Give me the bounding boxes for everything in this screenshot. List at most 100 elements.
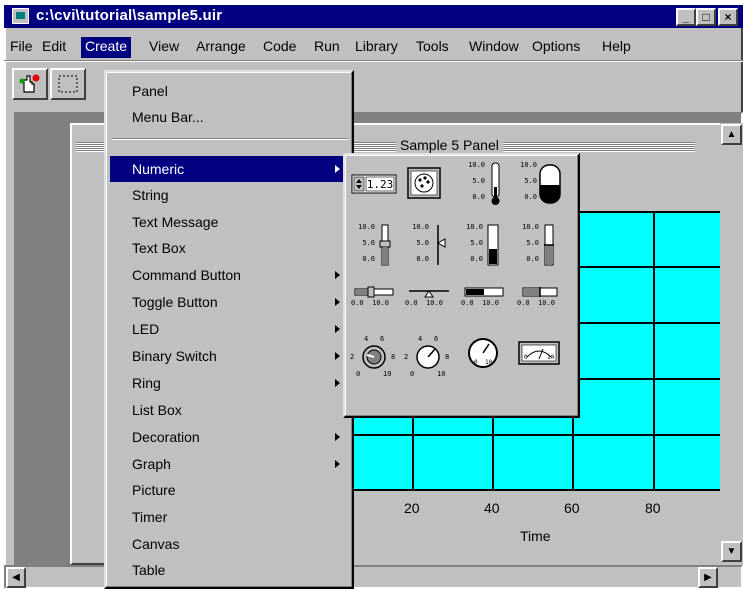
vertical-scrollbar[interactable]: ▲ ▼	[720, 123, 743, 565]
submenu-arrow-icon	[335, 379, 340, 387]
submenu-arrow-icon	[335, 352, 340, 360]
menu-item-string[interactable]: String	[110, 182, 350, 208]
menu-item-binary-switch[interactable]: Binary Switch	[110, 343, 350, 369]
horizontal-slide-item[interactable]: 0.0 10.0	[349, 285, 397, 337]
vertical-bar-slide-icon	[544, 224, 554, 266]
menu-tools[interactable]: Tools	[412, 37, 453, 58]
dial-item[interactable]: 4 6 2 8 0 10	[403, 331, 451, 383]
menu-file[interactable]: File	[6, 37, 37, 58]
svg-text:10: 10	[547, 354, 555, 361]
meter-item[interactable]: 0 10	[515, 339, 563, 391]
thermometer-icon	[491, 162, 500, 205]
svg-text:10: 10	[437, 370, 445, 378]
menu-item-toggle-button[interactable]: Toggle Button	[110, 289, 350, 315]
maximize-button[interactable]: □	[696, 8, 716, 26]
title-bar[interactable]: c:\cvi\tutorial\sample5.uir _ □ ×	[4, 5, 743, 28]
menu-item-table[interactable]: Table	[110, 557, 350, 583]
menu-item-canvas[interactable]: Canvas	[110, 531, 350, 557]
svg-text:6: 6	[434, 335, 438, 343]
scroll-up-button[interactable]: ▲	[721, 124, 742, 145]
menu-separator	[112, 138, 348, 140]
tank-item[interactable]: 10.0 5.0 0.0	[515, 161, 563, 213]
scroll-right-button[interactable]: ▶	[698, 567, 718, 588]
menu-item-picture[interactable]: Picture	[110, 477, 350, 503]
dial-icon: 4 6 2 8 0 10	[404, 335, 449, 378]
submenu-arrow-icon	[335, 433, 340, 441]
svg-text:2: 2	[404, 353, 408, 361]
toolbar-divider	[4, 60, 743, 62]
tank-icon	[539, 164, 561, 204]
menu-view[interactable]: View	[145, 37, 183, 58]
submenu-arrow-icon	[335, 298, 340, 306]
scroll-down-button[interactable]: ▼	[721, 541, 742, 562]
menu-item-ring[interactable]: Ring	[110, 370, 350, 396]
menu-item-timer[interactable]: Timer	[110, 504, 350, 530]
menu-code[interactable]: Code	[259, 37, 300, 58]
svg-text:8: 8	[391, 353, 395, 361]
vertical-fill-slide-icon	[487, 224, 499, 266]
knob-icon: 4 6 2 8 0 10	[350, 335, 395, 378]
numeric-control-item[interactable]: 1.23	[351, 169, 399, 221]
color-numeric-item[interactable]	[405, 165, 453, 217]
menu-library[interactable]: Library	[351, 37, 402, 58]
menu-run[interactable]: Run	[310, 37, 344, 58]
menu-create[interactable]: Create	[81, 37, 132, 58]
operate-tool-button[interactable]	[12, 68, 48, 100]
menu-item-menu-bar[interactable]: Menu Bar...	[110, 104, 350, 130]
menu-item-numeric[interactable]: Numeric	[110, 156, 350, 182]
submenu-arrow-icon	[335, 460, 340, 468]
svg-text:4: 4	[364, 335, 368, 343]
menu-item-text-message[interactable]: Text Message	[110, 209, 350, 235]
menu-item-list-box[interactable]: List Box	[110, 397, 350, 423]
menu-item-text-box[interactable]: Text Box	[110, 235, 350, 261]
select-tool-icon	[58, 75, 78, 93]
horizontal-fill-slide-item[interactable]: 0.0 10.0	[461, 285, 509, 337]
menu-options[interactable]: Options	[528, 37, 584, 58]
svg-text:10: 10	[485, 359, 493, 366]
vertical-fill-slide-item[interactable]: 10.0 5.0 0.0	[459, 223, 507, 275]
grid-line	[653, 211, 655, 491]
knob-item[interactable]: 4 6 2 8 0 10	[349, 331, 397, 383]
menu-arrange[interactable]: Arrange	[192, 37, 250, 58]
menu-item-graph[interactable]: Graph	[110, 451, 350, 477]
menu-edit[interactable]: Edit	[38, 37, 70, 58]
x-axis-label: Time	[520, 528, 551, 544]
app-icon[interactable]	[12, 8, 29, 24]
scroll-left-button[interactable]: ◀	[6, 567, 26, 588]
x-tick-label: 80	[645, 500, 661, 516]
menu-item-panel[interactable]: Panel	[110, 78, 350, 104]
menu-item-decoration[interactable]: Decoration	[110, 424, 350, 450]
submenu-arrow-icon	[335, 165, 340, 173]
horizontal-bar-slide-item[interactable]: 0.0 10.0	[517, 285, 565, 337]
vertical-bar-slide-item[interactable]: 10.0 5.0 0.0	[515, 223, 563, 275]
create-menu-dropdown: Panel Menu Bar... Numeric String Text Me…	[104, 70, 354, 589]
select-tool-button[interactable]	[50, 68, 86, 100]
window-title: c:\cvi\tutorial\sample5.uir	[36, 7, 223, 24]
operate-tool-icon	[19, 74, 40, 93]
horizontal-fill-slide-icon	[464, 287, 504, 297]
menu-item-command-button[interactable]: Command Button	[110, 262, 350, 288]
svg-text:0: 0	[474, 359, 478, 366]
svg-text:1.23: 1.23	[367, 178, 394, 191]
gauge-item[interactable]: 0 10	[465, 335, 513, 387]
svg-text:0: 0	[356, 370, 360, 378]
numeric-control-icon: 1.23	[351, 174, 397, 194]
meter-icon: 0 10	[518, 341, 560, 365]
close-button[interactable]: ×	[718, 8, 738, 26]
grid-line	[344, 489, 720, 491]
menu-bar: File Edit Create View Arrange Code Run L…	[4, 28, 743, 60]
horizontal-pointer-slide-item[interactable]: 0.0 10.0	[405, 285, 453, 337]
vertical-pointer-slide-icon	[436, 225, 446, 265]
thermometer-item[interactable]: 10.0 5.0 0.0	[459, 161, 507, 213]
svg-text:4: 4	[418, 335, 422, 343]
vertical-pointer-slide-item[interactable]: 10.0 5.0 0.0	[405, 223, 453, 275]
x-tick-label: 40	[484, 500, 500, 516]
minimize-button[interactable]: _	[676, 8, 696, 26]
svg-text:10: 10	[383, 370, 391, 378]
menu-item-led[interactable]: LED	[110, 316, 350, 342]
menu-window[interactable]: Window	[465, 37, 523, 58]
x-tick-label: 20	[404, 500, 420, 516]
horizontal-slide-icon	[354, 286, 394, 298]
vertical-slide-item[interactable]: 10.0 5.0 0.0	[351, 223, 399, 275]
menu-help[interactable]: Help	[598, 37, 635, 58]
